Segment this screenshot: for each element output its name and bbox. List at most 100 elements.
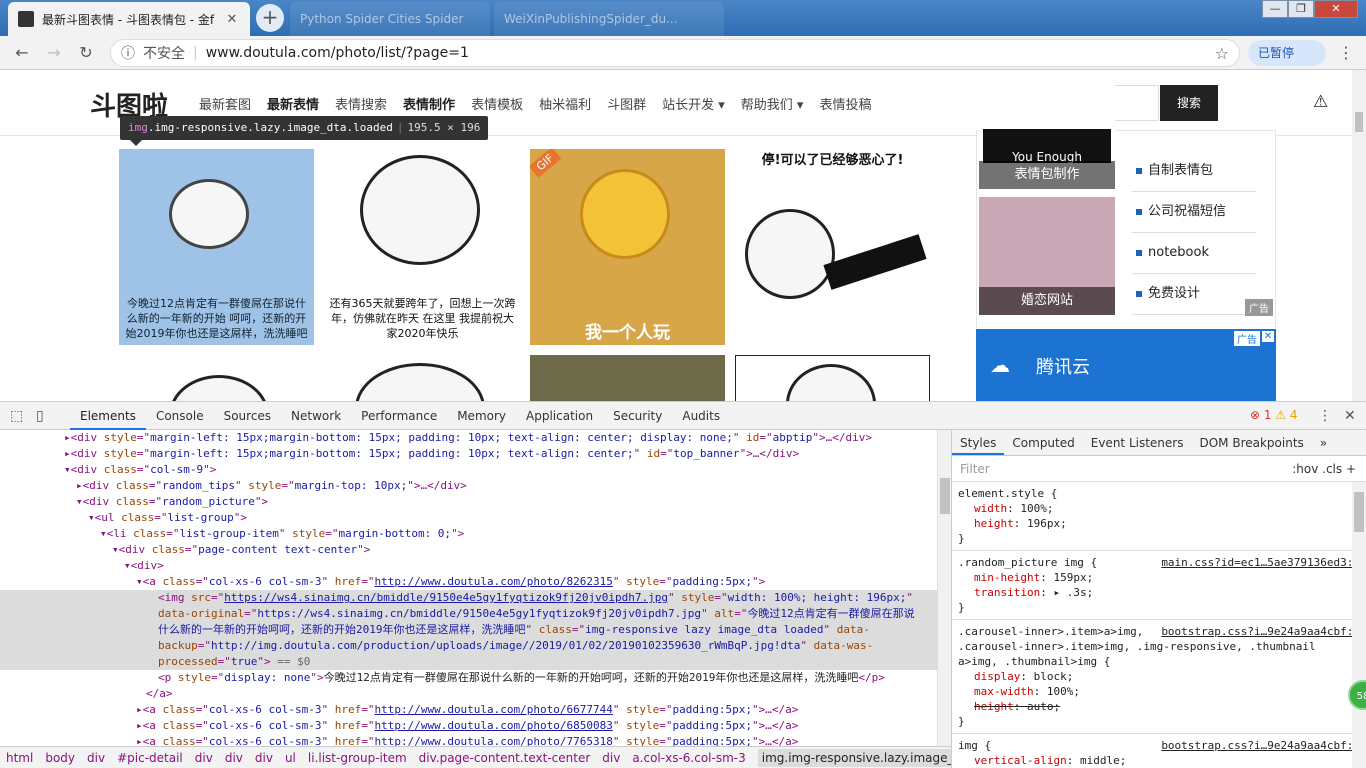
nav-item[interactable]: 表情投稿 [819,94,871,113]
forward-icon[interactable]: → [42,41,66,65]
more-tabs-icon[interactable]: » [1312,430,1335,455]
sidebar-link[interactable]: 公司祝福短信 [1132,192,1256,233]
crumb[interactable]: #pic-detail [117,751,183,765]
emoji-image[interactable]: 今晚过12点肯定有一群傻屌在那说什么新的一年新的开始 呵呵，还新的开始2019年… [119,149,314,345]
close-icon[interactable]: ✕ [1262,331,1274,342]
back-icon[interactable]: ← [10,41,34,65]
tab-memory[interactable]: Memory [447,402,516,430]
profile-paused-button[interactable]: 已暂停 [1248,40,1326,66]
info-icon[interactable]: ⓘ [121,43,135,63]
browser-toolbar: ← → ↻ ⓘ 不安全 | www.doutula.com/photo/list… [0,36,1366,70]
menu-icon[interactable]: ⋮ [1338,43,1354,62]
thumb-label: 婚恋网站 [979,287,1115,315]
crumb[interactable]: li.list-group-item [308,751,407,765]
new-tab-button[interactable]: + [256,4,284,32]
tab-audits[interactable]: Audits [672,402,730,430]
nav-item[interactable]: 柚米福利 [539,94,591,113]
crumb[interactable]: ul [285,751,296,765]
emoji-image[interactable]: 停!可以了已经够恶心了! [735,149,930,345]
url-text[interactable]: www.doutula.com/photo/list/?page=1 [206,45,469,61]
emoji-image[interactable] [119,355,314,401]
crumb[interactable]: html [6,751,33,765]
selected-node[interactable]: <img src="https://ws4.sinaimg.cn/bmiddle… [0,590,937,670]
minimize-button[interactable]: — [1262,0,1288,18]
crumb[interactable]: body [45,751,75,765]
styles-tabs: Styles Computed Event Listeners DOM Brea… [952,430,1366,456]
crumb[interactable]: div [602,751,620,765]
nav-item[interactable]: 表情搜索 [335,94,387,113]
styles-filter[interactable]: Filter :hov .cls + [952,456,1366,482]
reload-icon[interactable]: ↻ [74,41,98,65]
bookmark-star-icon[interactable]: ☆ [1215,44,1229,63]
crumb[interactable]: div [255,751,273,765]
close-devtools-icon[interactable]: ✕ [1344,408,1356,424]
elements-scrollbar[interactable] [937,430,951,746]
filter-placeholder: Filter [960,462,990,476]
emoji-image[interactable]: GIF 我一个人玩 [530,149,725,345]
tab-security[interactable]: Security [603,402,672,430]
tab-title: WeiXinPublishingSpider_du... [504,12,678,26]
sidebar-links: 自制表情包 公司祝福短信 notebook 免费设计 [1132,151,1256,315]
crumb[interactable]: div [87,751,105,765]
search-button[interactable]: 搜索 [1160,85,1218,121]
crumb[interactable]: div [195,751,213,765]
elements-tree[interactable]: ▸<div style="margin-left: 15px;margin-bo… [0,430,937,746]
tab-dom-breakpoints[interactable]: DOM Breakpoints [1191,430,1311,455]
crumb[interactable]: div.page-content.text-center [419,751,591,765]
tab-computed[interactable]: Computed [1004,430,1082,455]
nav-item[interactable]: 斗图群 [607,94,646,113]
close-icon[interactable]: ✕ [224,12,240,27]
tab-elements[interactable]: Elements [70,402,146,430]
sidebar-thumb[interactable]: You Enough 表情包制作 [979,71,1115,189]
tab-application[interactable]: Application [516,402,603,430]
devtools-toolbar: ⬚ ▯ Elements Console Sources Network Per… [0,401,1366,430]
sidebar-link[interactable]: 免费设计 [1132,274,1256,315]
tab-active[interactable]: 最新斗图表情 - 斗图表情包 - 金f ✕ [8,2,250,36]
tab-performance[interactable]: Performance [351,402,447,430]
inspect-element-icon[interactable]: ⬚ [10,408,23,424]
maximize-button[interactable]: ❐ [1288,0,1314,18]
tab-sources[interactable]: Sources [214,402,281,430]
page-scrollbar[interactable] [1352,70,1366,401]
crumb[interactable]: div [225,751,243,765]
styles-scrollbar[interactable] [1352,482,1366,768]
nav-item[interactable]: 站长开发 ▾ [662,94,725,113]
emoji-image[interactable]: 还有365天就要跨年了，回想上一次跨年，仿佛就在昨天 在这里 我提前祝大家202… [325,149,520,345]
address-bar[interactable]: ⓘ 不安全 | www.doutula.com/photo/list/?page… [110,39,1240,67]
warning-icon[interactable]: ⚠ [1313,92,1328,112]
css-rule[interactable]: element.style {width: 100%; height: 196px… [952,482,1366,551]
tooltip-tag: img [128,121,148,134]
tab-event-listeners[interactable]: Event Listeners [1083,430,1192,455]
filter-options[interactable]: :hov .cls + [1292,456,1356,482]
crumb-current[interactable]: img.img-responsive.lazy.image_dta.loaded [757,748,951,767]
crumb[interactable]: a.col-xs-6.col-sm-3 [632,751,745,765]
tab-inactive[interactable]: WeiXinPublishingSpider_du... [494,2,724,36]
devtools-menu-icon[interactable]: ⋮ [1318,408,1332,424]
sidebar-link[interactable]: notebook [1132,233,1256,274]
nav-item[interactable]: 表情模板 [471,94,523,113]
error-warning-counter[interactable]: ⊗ 1 ⚠ 4 [1250,408,1298,422]
nav-item[interactable]: 帮助我们 ▾ [741,94,804,113]
emoji-image[interactable] [530,355,725,401]
nav-item[interactable]: 表情制作 [403,94,455,113]
gif-badge: GIF [530,149,562,178]
tab-styles[interactable]: Styles [952,430,1005,455]
tencent-ad-banner[interactable]: ☁ 腾讯云 广告 ✕ [976,329,1276,401]
sidebar-thumb[interactable]: 婚恋网站 [979,197,1115,315]
css-rule[interactable]: bootstrap.css?i…9e24a9aa4cbf:7 .carousel-… [952,620,1366,734]
ad-label: 广告 [1234,331,1260,346]
emoji-image[interactable] [325,355,520,401]
nav-item[interactable]: 最新表情 [267,94,319,113]
close-window-button[interactable]: ✕ [1314,0,1358,18]
thumb-text: You Enough [983,129,1111,163]
emoji-image[interactable] [735,355,930,401]
css-rule[interactable]: bootstrap.css?i…9e24a9aa4cbf:7 img {verti… [952,734,1366,768]
tab-network[interactable]: Network [281,402,351,430]
tab-inactive[interactable]: Python Spider Cities Spider [290,2,490,36]
css-rule[interactable]: main.css?id=ec1…5ae379136ed3:1 .random_pi… [952,551,1366,620]
sidebar-link[interactable]: 自制表情包 [1132,151,1256,192]
nav-item[interactable]: 最新套图 [199,94,251,113]
image-caption: 我一个人玩 [585,323,670,343]
tab-console[interactable]: Console [146,402,214,430]
device-toggle-icon[interactable]: ▯ [36,408,44,424]
